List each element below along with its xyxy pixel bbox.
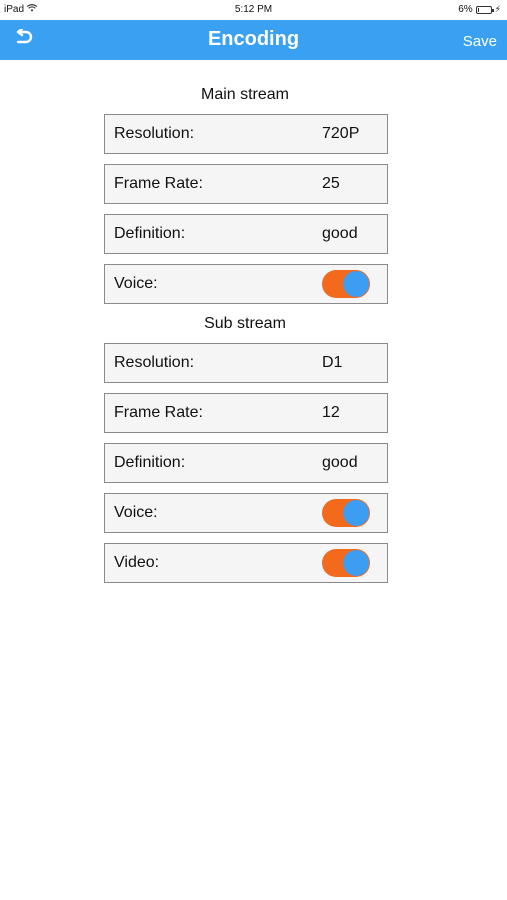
sub-definition-value: good (322, 454, 358, 471)
main-frame-rate-label: Frame Rate: (114, 175, 203, 192)
status-bar: iPad 5:12 PM 6% ⚡ (0, 0, 507, 20)
status-right: 6% ⚡ (458, 4, 501, 15)
nav-bar: Encoding Save (0, 20, 507, 60)
battery-percent: 6% (458, 4, 473, 15)
main-definition-row[interactable]: Definition: good (104, 214, 388, 254)
main-frame-rate-value: 25 (322, 175, 340, 192)
main-definition-label: Definition: (114, 225, 186, 242)
page-title: Encoding (207, 28, 300, 50)
main-resolution-value: 720P (322, 125, 360, 142)
main-voice-label: Voice: (114, 275, 158, 292)
sub-frame-rate-label: Frame Rate: (114, 404, 203, 421)
sub-video-toggle[interactable] (322, 549, 370, 577)
main-frame-rate-row[interactable]: Frame Rate: 25 (104, 164, 388, 204)
sub-definition-label: Definition: (114, 454, 186, 471)
sub-video-label: Video: (114, 554, 160, 571)
sub-voice-row: Voice: (104, 493, 388, 533)
save-button[interactable]: Save (463, 33, 497, 50)
main-stream-title: Main stream (200, 86, 290, 103)
sub-stream-title: Sub stream (204, 315, 286, 332)
sub-resolution-row[interactable]: Resolution: D1 (104, 343, 388, 383)
main-resolution-row[interactable]: Resolution: 720P (104, 114, 388, 154)
toggle-knob (343, 271, 369, 297)
sub-resolution-value: D1 (322, 354, 343, 371)
main-voice-row: Voice: (104, 264, 388, 304)
toggle-knob (343, 550, 369, 576)
status-time: 5:12 PM (234, 4, 273, 15)
sub-resolution-label: Resolution: (114, 354, 195, 371)
sub-frame-rate-row[interactable]: Frame Rate: 12 (104, 393, 388, 433)
main-voice-toggle[interactable] (322, 270, 370, 298)
main-definition-value: good (322, 225, 358, 242)
sub-voice-toggle[interactable] (322, 499, 370, 527)
battery-icon (475, 5, 494, 14)
sub-voice-label: Voice: (114, 504, 158, 521)
main-resolution-label: Resolution: (114, 125, 195, 142)
sub-video-row: Video: (104, 543, 388, 583)
toggle-knob (343, 500, 369, 526)
sub-definition-row[interactable]: Definition: good (104, 443, 388, 483)
charging-bolt-icon: ⚡ (494, 4, 501, 14)
sub-frame-rate-value: 12 (322, 404, 340, 421)
